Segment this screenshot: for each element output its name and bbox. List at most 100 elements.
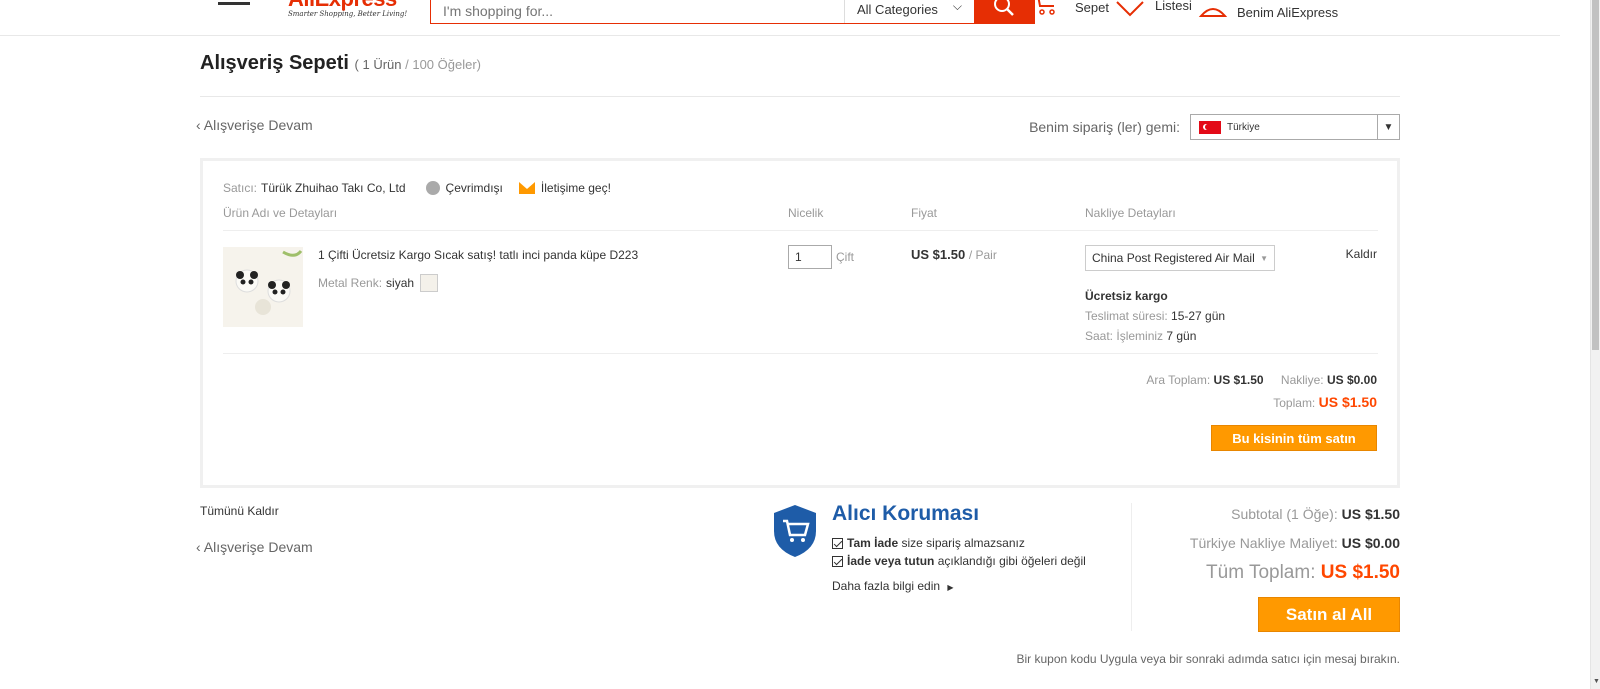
caret-right-icon: ▶ <box>947 583 954 592</box>
page-scrollbar[interactable]: ▼ <box>1590 0 1600 689</box>
delivery-time-value: 15-27 gün <box>1171 309 1226 323</box>
seller-cart-box: Satıcı: Türük Zhuihao Takı Co, Ltd Çevri… <box>200 158 1400 488</box>
search-icon <box>994 0 1014 16</box>
search-bar: All Categories ⌵ <box>430 0 1035 24</box>
shipping-label: Nakliye: <box>1280 373 1324 387</box>
aliexpress-logo[interactable]: AliExpress Smarter Shopping, Better Livi… <box>288 0 418 22</box>
checkbox-icon <box>832 537 843 549</box>
color-swatch <box>420 274 439 292</box>
attr-label: Metal Renk: <box>318 276 383 290</box>
search-button[interactable] <box>974 0 1034 23</box>
protection-2-bold: İade veya tutun <box>847 554 935 568</box>
grand-shipping-label: Türkiye Nakliye Maliyet: <box>1189 535 1338 551</box>
contact-seller-link[interactable]: İletişime geç! <box>541 181 611 195</box>
ship-to-label: Benim sipariş (ler) gemi: <box>1029 119 1180 135</box>
turkey-flag-icon <box>1199 120 1221 134</box>
learn-more-link[interactable]: Daha fazla bilgi edin ▶ <box>832 579 954 593</box>
col-product: Ürün Adı ve Detayları <box>223 206 338 220</box>
remove-item-link[interactable]: Kaldır <box>1346 247 1377 261</box>
grand-shipping-row: Türkiye Nakliye Maliyet: US $0.00 <box>1190 535 1400 551</box>
grand-total-label: Tüm Toplam: <box>1206 562 1316 583</box>
heart-icon[interactable] <box>1114 0 1146 18</box>
col-shipping: Nakliye Detayları <box>1085 206 1176 220</box>
continue-shopping-link-top[interactable]: ‹ Alışverişe Devam <box>196 117 313 133</box>
ship-to: Benim sipariş (ler) gemi: Türkiye ▼ <box>1029 114 1400 140</box>
seller-row: Satıcı: Türük Zhuihao Takı Co, Ltd Çevri… <box>223 181 611 195</box>
buy-all-button[interactable]: Satın al All <box>1258 597 1400 632</box>
cart-count: ( 1 Ürün / 100 Öğeler) <box>355 57 481 72</box>
cart-count-products: ( 1 Ürün <box>354 57 402 72</box>
protection-item-1: Tam İade size sipariş almazsanız <box>832 536 1025 550</box>
continue-shopping-link-bottom[interactable]: ‹ Alışverişe Devam <box>196 539 313 555</box>
product-name-link[interactable]: 1 Çifti Ücretsiz Kargo Sıcak satış! tatl… <box>318 248 638 262</box>
grand-total-row: Tüm Toplam: US $1.50 <box>1206 562 1400 584</box>
cart-label[interactable]: Sepet <box>1075 0 1109 15</box>
title-divider <box>200 96 1400 97</box>
item-price: US $1.50 / Pair <box>911 247 997 262</box>
grand-shipping-value: US $0.00 <box>1341 535 1400 551</box>
protection-1-text: size sipariş almazsanız <box>901 536 1025 550</box>
menu-icon[interactable] <box>218 0 250 14</box>
col-price: Fiyat <box>911 206 938 220</box>
search-input[interactable] <box>431 0 844 23</box>
grand-subtotal-row: Subtotal (1 Öğe): US $1.50 <box>1231 506 1400 522</box>
coupon-note: Bir kupon kodu Uygula veya bir sonraki a… <box>1016 652 1400 666</box>
quantity-input[interactable] <box>788 245 832 269</box>
summary-separator <box>1131 503 1132 631</box>
seller-subtotal-row: Ara Toplam: US $1.50 Nakliye: US $0.00 <box>1146 373 1377 387</box>
protection-item-2: İade veya tutun açıklandığı gibi öğeleri… <box>832 554 1086 568</box>
grand-subtotal-value: US $1.50 <box>1341 506 1400 522</box>
protection-2-text: açıklandığı gibi öğeleri değil <box>937 554 1086 568</box>
wishlist-label[interactable]: Listesi <box>1155 0 1192 13</box>
page-title: Alışveriş Sepeti ( 1 Ürün / 100 Öğeler) <box>200 52 481 75</box>
attr-value: siyah <box>386 276 415 290</box>
mail-icon[interactable] <box>518 182 535 194</box>
site-header: AliExpress Smarter Shopping, Better Livi… <box>0 0 1560 36</box>
grand-subtotal-label: Subtotal (1 Öğe): <box>1231 506 1338 522</box>
logo-text: AliExpress <box>288 0 418 10</box>
chevron-down-icon: ▼ <box>1260 254 1268 263</box>
dropdown-arrow-icon: ▼ <box>1377 115 1399 139</box>
scroll-down-icon[interactable]: ▼ <box>1593 678 1600 685</box>
product-thumbnail[interactable] <box>223 247 303 327</box>
delivery-time-row: Teslimat süresi: 15-27 gün <box>1085 306 1225 326</box>
account-label[interactable]: Benim AliExpress <box>1237 5 1338 20</box>
country-value: Türkiye <box>1227 121 1260 133</box>
col-quantity: Nicelik <box>788 206 824 220</box>
seller-label: Satıcı: <box>223 181 258 195</box>
subtotal-value: US $1.50 <box>1213 373 1264 387</box>
item-price-value: US $1.50 <box>911 247 966 262</box>
item-divider <box>223 353 1378 354</box>
cart-count-items: / 100 Öğeler) <box>405 57 481 72</box>
category-select[interactable]: All Categories ⌵ <box>844 0 974 23</box>
free-shipping-label: Ücretsiz kargo <box>1085 289 1168 303</box>
buyer-protection-title: Alıcı Koruması <box>832 502 980 525</box>
chevron-down-icon: ⌵ <box>952 0 962 13</box>
category-label: All Categories <box>857 2 938 17</box>
subtotal-label: Ara Toplam: <box>1146 373 1211 387</box>
shipping-method-value: China Post Registered Air Mail <box>1092 251 1255 265</box>
seller-total-label: Toplam: <box>1273 396 1316 410</box>
protection-1-bold: Tam İade <box>847 536 899 550</box>
seller-status: Çevrimdışı <box>445 181 503 195</box>
checkbox-icon <box>832 555 843 567</box>
seller-name[interactable]: Türük Zhuihao Takı Co, Ltd <box>261 181 406 195</box>
grand-total-value: US $1.50 <box>1320 562 1400 583</box>
processing-time-row: Saat: İşleminiz 7 gün <box>1085 326 1225 346</box>
buy-from-seller-button[interactable]: Bu kisinin tüm satın <box>1211 425 1377 451</box>
seller-total-value: US $1.50 <box>1318 394 1377 410</box>
logo-tagline: Smarter Shopping, Better Living! <box>288 10 408 18</box>
page-title-text: Alışveriş Sepeti <box>200 52 349 74</box>
scrollbar-thumb[interactable] <box>1592 0 1599 350</box>
cart-icon[interactable] <box>1032 0 1058 16</box>
shipping-method-select[interactable]: China Post Registered Air Mail ▼ <box>1085 245 1275 271</box>
country-select[interactable]: Türkiye ▼ <box>1190 114 1400 140</box>
delivery-time-label: Teslimat süresi: <box>1085 309 1168 323</box>
user-icon[interactable] <box>1198 0 1228 18</box>
product-attribute: Metal Renk: siyah <box>318 274 439 292</box>
remove-all-link[interactable]: Tümünü Kaldır <box>200 504 279 518</box>
offline-icon <box>425 181 440 195</box>
quantity-unit: Çift <box>836 250 854 264</box>
shipping-value: US $0.00 <box>1326 373 1377 387</box>
shield-cart-icon <box>774 505 816 557</box>
